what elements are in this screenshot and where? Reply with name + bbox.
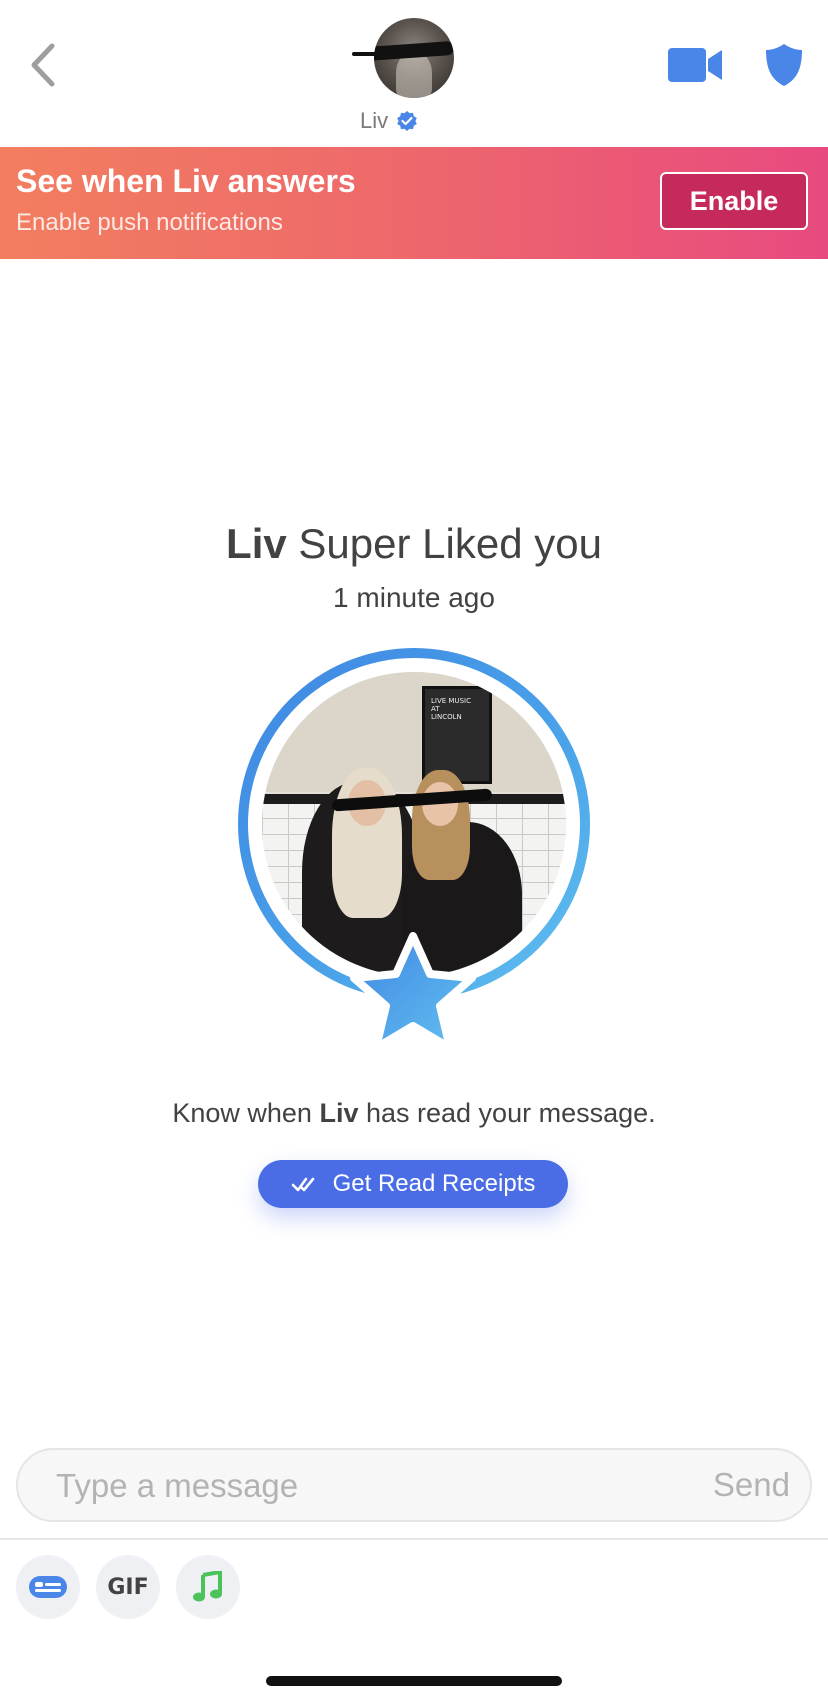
read-receipts-button-label: Get Read Receipts: [332, 1170, 536, 1197]
read-receipts-name: Liv: [319, 1098, 359, 1128]
video-call-button[interactable]: [668, 46, 724, 84]
read-receipts-suffix: has read your message.: [365, 1098, 656, 1128]
message-input[interactable]: [54, 1450, 658, 1522]
gif-icon: GIF: [107, 1574, 149, 1600]
double-check-icon: [291, 1177, 314, 1192]
read-receipts-text: Know when Liv has read your message.: [0, 1098, 828, 1129]
contact-card-icon: [29, 1576, 67, 1598]
avatar-photo: [396, 52, 432, 98]
avatar[interactable]: [374, 18, 454, 98]
get-read-receipts-button[interactable]: Get Read Receipts: [258, 1160, 568, 1208]
poster-text: LIVE MUSIC AT LINCOLN: [431, 697, 471, 721]
photo-poster: LIVE MUSIC AT LINCOLN: [422, 686, 492, 784]
music-button[interactable]: [176, 1555, 240, 1619]
chat-header: Liv: [0, 0, 828, 147]
gif-button[interactable]: GIF: [96, 1555, 160, 1619]
enable-button[interactable]: Enable: [660, 172, 808, 230]
profile-name: Liv: [360, 108, 389, 133]
music-note-icon: [193, 1571, 222, 1602]
super-like-time: 1 minute ago: [333, 582, 495, 613]
chevron-left-icon: [31, 43, 55, 87]
banner-subtitle: Enable push notifications: [16, 209, 283, 236]
verified-badge-icon: [397, 111, 417, 131]
home-indicator[interactable]: [266, 1676, 562, 1686]
send-button[interactable]: Send: [713, 1450, 790, 1520]
safety-shield-button[interactable]: [764, 42, 804, 88]
message-composer: Send: [16, 1448, 812, 1522]
photo-wall: [262, 672, 566, 792]
read-receipts-prefix: Know when: [172, 1098, 312, 1128]
super-like-title: Liv Super Liked you: [0, 520, 828, 568]
profile-name-row[interactable]: Liv: [360, 106, 418, 136]
contact-card-button[interactable]: [16, 1555, 80, 1619]
push-notification-banner: See when Liv answers Enable push notific…: [0, 147, 828, 259]
video-camera-icon: [668, 48, 722, 82]
redaction-mark: [352, 52, 412, 56]
back-button[interactable]: [22, 38, 66, 92]
super-like-action: Super Liked you: [298, 520, 602, 567]
toolbar-divider: [0, 1538, 828, 1540]
super-like-name: Liv: [226, 520, 287, 567]
shield-icon: [766, 44, 802, 86]
star-icon: [350, 932, 476, 1052]
banner-title: See when Liv answers: [16, 163, 356, 199]
